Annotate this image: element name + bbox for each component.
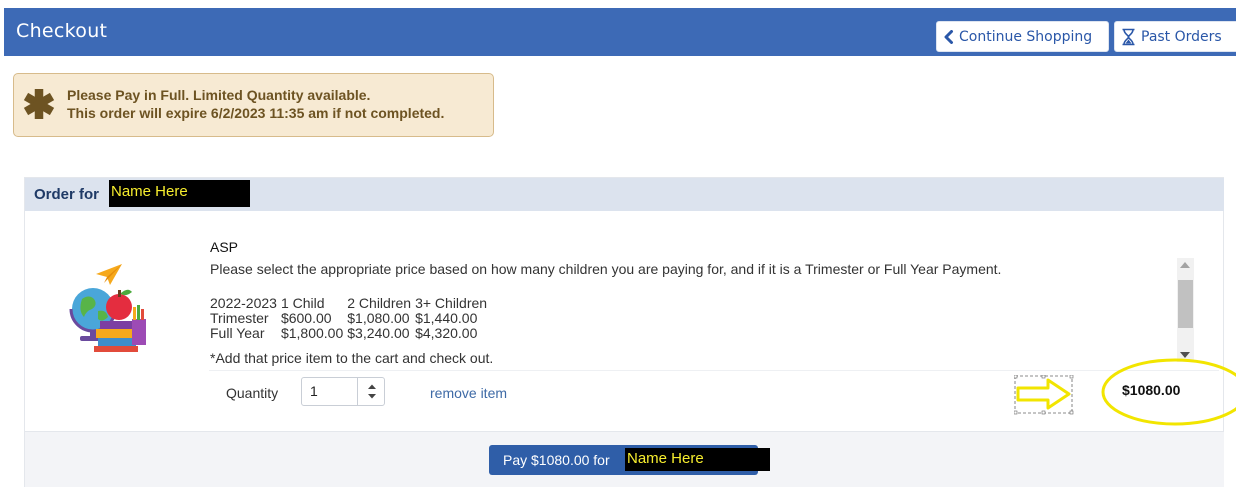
past-orders-label: Past Orders — [1141, 28, 1222, 45]
line-total: $1080.00 — [1122, 382, 1181, 398]
continue-shopping-label: Continue Shopping — [959, 28, 1093, 45]
remove-item-link[interactable]: remove item — [430, 385, 507, 401]
price-table-cell: 2022-2023 — [210, 295, 277, 311]
scroll-thumb[interactable] — [1178, 280, 1193, 328]
price-table-cell: $1,440.00 — [415, 310, 478, 326]
item-scrollbar[interactable] — [1177, 258, 1194, 362]
price-table-cell: Trimester — [210, 310, 269, 326]
alert-line-2: This order will expire 6/2/2023 11:35 am… — [67, 105, 445, 121]
checkout-page: Checkout Continue Shopping Past Orders P… — [0, 0, 1236, 498]
alert-line-1: Please Pay in Full. Limited Quantity ava… — [67, 87, 371, 103]
continue-shopping-button[interactable]: Continue Shopping — [936, 21, 1109, 52]
price-table-cell: Full Year — [210, 325, 265, 341]
price-table-header-row: 2022-2023 1 Child 2 Children 3+ Children — [210, 296, 491, 311]
order-for-label: Order for — [34, 186, 100, 203]
price-table-cell: $1,800.00 — [280, 325, 344, 341]
pay-button-label: Pay $1080.00 for — [503, 452, 610, 468]
arrow-annotation-icon — [1014, 375, 1074, 415]
item-name: ASP — [210, 239, 239, 255]
item-details: ASP Please select the appropriate price … — [210, 236, 1190, 368]
price-table-cell: 3+ Children — [415, 295, 488, 311]
past-orders-button[interactable]: Past Orders — [1114, 21, 1236, 52]
asterisk-icon — [23, 89, 55, 119]
quantity-spin-buttons[interactable] — [357, 378, 385, 405]
order-footer: Pay $1080.00 for Name Here — [25, 431, 1224, 487]
quantity-row: Quantity 1 remove item $1080.00 — [209, 358, 1236, 426]
checkout-header: Checkout Continue Shopping Past Orders — [4, 8, 1236, 56]
quantity-value[interactable]: 1 — [310, 383, 318, 399]
price-table-cell: $4,320.00 — [415, 325, 478, 341]
pay-button[interactable]: Pay $1080.00 for Name Here — [489, 445, 770, 475]
price-table: 2022-2023 1 Child 2 Children 3+ Children… — [210, 296, 491, 341]
price-table-row: Trimester $600.00 $1,080.00 $1,440.00 — [210, 311, 491, 326]
chevron-left-icon — [944, 29, 953, 44]
price-table-row: Full Year $1,800.00 $3,240.00 $4,320.00 — [210, 326, 491, 341]
hourglass-icon — [1122, 28, 1135, 45]
stepper-arrows-icon[interactable] — [358, 378, 386, 405]
order-card: Order for Name Here ASP Please select th… — [24, 177, 1236, 487]
price-table-cell: 2 Children — [347, 295, 412, 311]
quantity-label: Quantity — [226, 385, 279, 401]
expiration-alert: Please Pay in Full. Limited Quantity ava… — [13, 73, 494, 137]
price-table-cell: $600.00 — [280, 310, 332, 326]
price-table-cell: $1,080.00 — [347, 310, 410, 326]
scroll-up-arrow-icon[interactable] — [1180, 262, 1190, 268]
item-note: *Add that price item to the cart and che… — [210, 350, 494, 366]
price-table-cell: $3,240.00 — [347, 325, 410, 341]
product-image — [56, 239, 150, 359]
price-table-cell: 1 Child — [280, 295, 325, 311]
redacted-name: Name Here — [625, 448, 770, 471]
page-title: Checkout — [16, 20, 108, 42]
school-supplies-icon — [69, 264, 146, 352]
redacted-name: Name Here — [109, 180, 250, 207]
quantity-stepper[interactable]: 1 — [301, 377, 385, 406]
item-description: Please select the appropriate price base… — [210, 261, 1002, 277]
order-header: Order for Name Here — [25, 178, 1224, 211]
alert-message: Please Pay in Full. Limited Quantity ava… — [67, 86, 444, 122]
